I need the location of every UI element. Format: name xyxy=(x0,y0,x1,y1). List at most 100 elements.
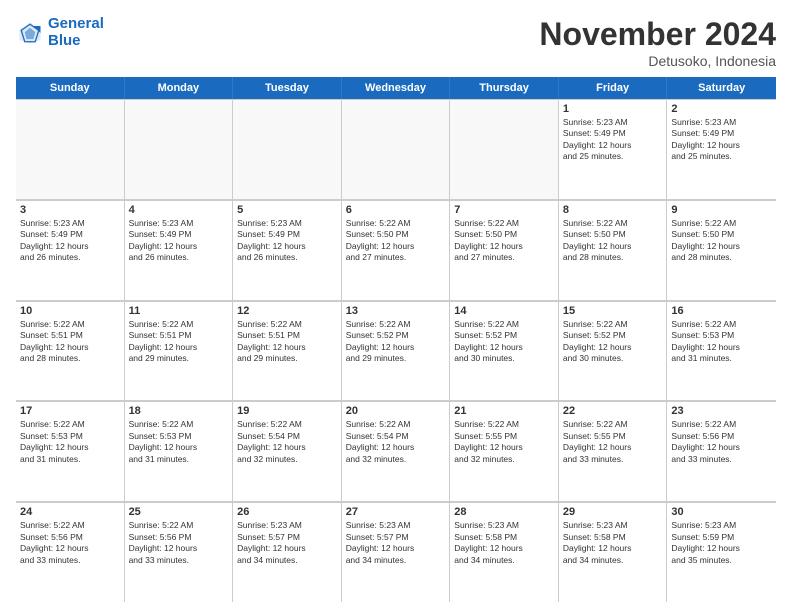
day-number: 3 xyxy=(20,204,120,216)
cell-info: Sunrise: 5:22 AM Sunset: 5:52 PM Dayligh… xyxy=(454,319,554,365)
calendar-cell: 23 Sunrise: 5:22 AM Sunset: 5:56 PM Dayli… xyxy=(667,401,776,501)
cell-info: Sunrise: 5:22 AM Sunset: 5:51 PM Dayligh… xyxy=(20,319,120,365)
cell-info: Sunrise: 5:22 AM Sunset: 5:50 PM Dayligh… xyxy=(671,218,772,264)
calendar-cell: 14 Sunrise: 5:22 AM Sunset: 5:52 PM Dayli… xyxy=(450,301,559,401)
weekday-header: Tuesday xyxy=(233,77,342,99)
day-number: 20 xyxy=(346,405,446,417)
cell-info: Sunrise: 5:22 AM Sunset: 5:54 PM Dayligh… xyxy=(237,419,337,465)
cell-info: Sunrise: 5:23 AM Sunset: 5:57 PM Dayligh… xyxy=(346,520,446,566)
logo-text: General Blue xyxy=(48,16,104,49)
calendar-row: 24 Sunrise: 5:22 AM Sunset: 5:56 PM Dayli… xyxy=(16,502,776,602)
cell-info: Sunrise: 5:23 AM Sunset: 5:58 PM Dayligh… xyxy=(563,520,663,566)
cell-info: Sunrise: 5:22 AM Sunset: 5:54 PM Dayligh… xyxy=(346,419,446,465)
day-number: 16 xyxy=(671,305,772,317)
cell-info: Sunrise: 5:22 AM Sunset: 5:56 PM Dayligh… xyxy=(20,520,120,566)
day-number: 4 xyxy=(129,204,229,216)
day-number: 14 xyxy=(454,305,554,317)
calendar-cell: 22 Sunrise: 5:22 AM Sunset: 5:55 PM Dayli… xyxy=(559,401,668,501)
cell-info: Sunrise: 5:23 AM Sunset: 5:58 PM Dayligh… xyxy=(454,520,554,566)
month-title: November 2024 xyxy=(539,16,776,53)
calendar-cell: 12 Sunrise: 5:22 AM Sunset: 5:51 PM Dayli… xyxy=(233,301,342,401)
calendar-row: 3 Sunrise: 5:23 AM Sunset: 5:49 PM Daylig… xyxy=(16,200,776,301)
weekday-header: Friday xyxy=(559,77,668,99)
day-number: 11 xyxy=(129,305,229,317)
cell-info: Sunrise: 5:23 AM Sunset: 5:49 PM Dayligh… xyxy=(20,218,120,264)
cell-info: Sunrise: 5:22 AM Sunset: 5:51 PM Dayligh… xyxy=(129,319,229,365)
logo: General Blue xyxy=(16,16,104,49)
day-number: 26 xyxy=(237,506,337,518)
calendar-cell: 29 Sunrise: 5:23 AM Sunset: 5:58 PM Dayli… xyxy=(559,502,668,602)
calendar-cell: 25Sunrise: 5:22 AM Sunset: 5:56 PM Dayli… xyxy=(125,502,234,602)
cell-info: Sunrise: 5:23 AM Sunset: 5:59 PM Dayligh… xyxy=(671,520,772,566)
day-number: 12 xyxy=(237,305,337,317)
calendar-cell: 30 Sunrise: 5:23 AM Sunset: 5:59 PM Dayli… xyxy=(667,502,776,602)
day-number: 18 xyxy=(129,405,229,417)
day-number: 10 xyxy=(20,305,120,317)
cell-info: Sunrise: 5:23 AM Sunset: 5:49 PM Dayligh… xyxy=(129,218,229,264)
calendar-cell: 21 Sunrise: 5:22 AM Sunset: 5:55 PM Dayli… xyxy=(450,401,559,501)
cell-info: Sunrise: 5:22 AM Sunset: 5:51 PM Dayligh… xyxy=(237,319,337,365)
day-number: 19 xyxy=(237,405,337,417)
calendar-cell: 2 Sunrise: 5:23 AM Sunset: 5:49 PM Daylig… xyxy=(667,99,776,199)
location: Detusoko, Indonesia xyxy=(539,53,776,69)
weekday-header: Wednesday xyxy=(342,77,451,99)
calendar-cell: 15 Sunrise: 5:22 AM Sunset: 5:52 PM Dayli… xyxy=(559,301,668,401)
cell-info: Sunrise: 5:22 AM Sunset: 5:50 PM Dayligh… xyxy=(454,218,554,264)
cell-info: Sunrise: 5:22 AM Sunset: 5:50 PM Dayligh… xyxy=(346,218,446,264)
cell-info: Sunrise: 5:23 AM Sunset: 5:49 PM Dayligh… xyxy=(563,117,663,163)
day-number: 7 xyxy=(454,204,554,216)
header: General Blue November 2024 Detusoko, Ind… xyxy=(16,16,776,69)
calendar-cell: 11 Sunrise: 5:22 AM Sunset: 5:51 PM Dayli… xyxy=(125,301,234,401)
cell-info: Sunrise: 5:23 AM Sunset: 5:57 PM Dayligh… xyxy=(237,520,337,566)
calendar-cell: 7 Sunrise: 5:22 AM Sunset: 5:50 PM Daylig… xyxy=(450,200,559,300)
weekday-header: Monday xyxy=(125,77,234,99)
day-number: 27 xyxy=(346,506,446,518)
day-number: 9 xyxy=(671,204,772,216)
calendar-row: 17 Sunrise: 5:22 AM Sunset: 5:53 PM Dayli… xyxy=(16,401,776,502)
cell-info: Sunrise: 5:22 AM Sunset: 5:56 PM Dayligh… xyxy=(129,520,229,566)
cell-info: Sunrise: 5:23 AM Sunset: 5:49 PM Dayligh… xyxy=(671,117,772,163)
calendar-cell: 19 Sunrise: 5:22 AM Sunset: 5:54 PM Dayli… xyxy=(233,401,342,501)
calendar-cell: 18 Sunrise: 5:22 AM Sunset: 5:53 PM Dayli… xyxy=(125,401,234,501)
title-block: November 2024 Detusoko, Indonesia xyxy=(539,16,776,69)
calendar-cell: 27 Sunrise: 5:23 AM Sunset: 5:57 PM Dayli… xyxy=(342,502,451,602)
cell-info: Sunrise: 5:22 AM Sunset: 5:53 PM Dayligh… xyxy=(671,319,772,365)
cell-info: Sunrise: 5:22 AM Sunset: 5:52 PM Dayligh… xyxy=(346,319,446,365)
cell-info: Sunrise: 5:22 AM Sunset: 5:55 PM Dayligh… xyxy=(454,419,554,465)
calendar-header: SundayMondayTuesdayWednesdayThursdayFrid… xyxy=(16,77,776,99)
day-number: 29 xyxy=(563,506,663,518)
calendar-cell xyxy=(450,99,559,199)
calendar-cell: 13Sunrise: 5:22 AM Sunset: 5:52 PM Dayli… xyxy=(342,301,451,401)
calendar-cell xyxy=(233,99,342,199)
calendar-cell: 28 Sunrise: 5:23 AM Sunset: 5:58 PM Dayli… xyxy=(450,502,559,602)
day-number: 2 xyxy=(671,103,772,115)
day-number: 24 xyxy=(20,506,120,518)
day-number: 21 xyxy=(454,405,554,417)
calendar-row: 10 Sunrise: 5:22 AM Sunset: 5:51 PM Dayli… xyxy=(16,301,776,402)
day-number: 30 xyxy=(671,506,772,518)
cell-info: Sunrise: 5:22 AM Sunset: 5:50 PM Dayligh… xyxy=(563,218,663,264)
cell-info: Sunrise: 5:22 AM Sunset: 5:53 PM Dayligh… xyxy=(129,419,229,465)
day-number: 17 xyxy=(20,405,120,417)
calendar-cell: 26 Sunrise: 5:23 AM Sunset: 5:57 PM Dayli… xyxy=(233,502,342,602)
weekday-header: Sunday xyxy=(16,77,125,99)
day-number: 22 xyxy=(563,405,663,417)
cell-info: Sunrise: 5:23 AM Sunset: 5:49 PM Dayligh… xyxy=(237,218,337,264)
calendar-cell xyxy=(125,99,234,199)
calendar-cell: 1Sunrise: 5:23 AM Sunset: 5:49 PM Daylig… xyxy=(559,99,668,199)
day-number: 28 xyxy=(454,506,554,518)
calendar-cell: 6Sunrise: 5:22 AM Sunset: 5:50 PM Daylig… xyxy=(342,200,451,300)
day-number: 15 xyxy=(563,305,663,317)
calendar-cell: 5 Sunrise: 5:23 AM Sunset: 5:49 PM Daylig… xyxy=(233,200,342,300)
cell-info: Sunrise: 5:22 AM Sunset: 5:56 PM Dayligh… xyxy=(671,419,772,465)
page: General Blue November 2024 Detusoko, Ind… xyxy=(0,0,792,612)
calendar-row: 1Sunrise: 5:23 AM Sunset: 5:49 PM Daylig… xyxy=(16,99,776,200)
day-number: 5 xyxy=(237,204,337,216)
calendar-cell xyxy=(342,99,451,199)
calendar-cell xyxy=(16,99,125,199)
calendar-cell: 3 Sunrise: 5:23 AM Sunset: 5:49 PM Daylig… xyxy=(16,200,125,300)
calendar-cell: 17Sunrise: 5:22 AM Sunset: 5:53 PM Dayli… xyxy=(16,401,125,501)
day-number: 23 xyxy=(671,405,772,417)
cell-info: Sunrise: 5:22 AM Sunset: 5:55 PM Dayligh… xyxy=(563,419,663,465)
cell-info: Sunrise: 5:22 AM Sunset: 5:52 PM Dayligh… xyxy=(563,319,663,365)
